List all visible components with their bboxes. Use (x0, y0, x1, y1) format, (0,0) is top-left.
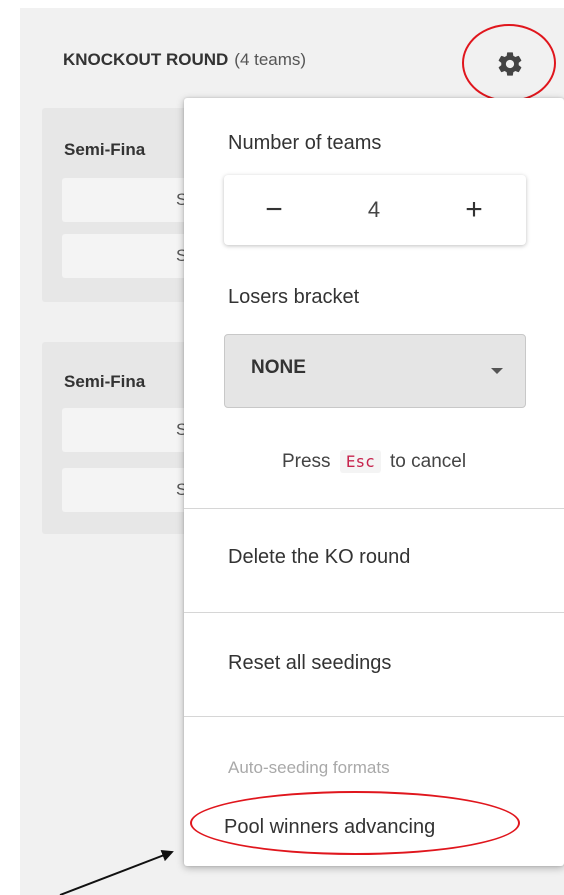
knockout-team-count: (4 teams) (234, 50, 307, 69)
increment-button[interactable]: + (424, 175, 524, 245)
caret-down-icon (491, 368, 503, 374)
menu-divider (184, 508, 564, 509)
knockout-round-header: KNOCKOUT ROUND (4 teams) (63, 50, 306, 70)
losers-bracket-label: Losers bracket (228, 286, 360, 308)
team-count-value: 4 (367, 197, 381, 222)
knockout-round-title: KNOCKOUT ROUND (63, 50, 229, 69)
decrement-button[interactable]: − (224, 175, 324, 245)
menu-divider (184, 612, 564, 613)
losers-bracket-value: NONE (251, 357, 306, 378)
auto-seeding-header: Auto-seeding formats (228, 758, 390, 777)
settings-button[interactable] (492, 48, 528, 80)
settings-dropdown-menu: Number of teams − 4 + Losers bracket NON… (184, 98, 564, 866)
team-count-stepper: − 4 + (224, 175, 526, 245)
menu-divider (184, 716, 564, 717)
esc-key: Esc (339, 450, 381, 473)
losers-bracket-select[interactable]: NONE (224, 334, 526, 408)
pool-winners-advancing-item[interactable]: Pool winners advancing (224, 816, 435, 839)
match-title: Semi-Fina (64, 372, 146, 391)
reset-seedings-item[interactable]: Reset all seedings (228, 652, 391, 675)
delete-ko-round-item[interactable]: Delete the KO round (228, 546, 410, 569)
match-title: Semi-Fina (64, 140, 146, 159)
esc-hint-suffix: to cancel (390, 451, 467, 472)
esc-hint: Press Esc to cancel (184, 450, 564, 473)
gear-icon (498, 52, 522, 76)
esc-hint-prefix: Press (281, 451, 331, 472)
page: KNOCKOUT ROUND (4 teams) Semi-Fina S S Se… (0, 0, 564, 895)
number-of-teams-label: Number of teams (228, 132, 382, 154)
